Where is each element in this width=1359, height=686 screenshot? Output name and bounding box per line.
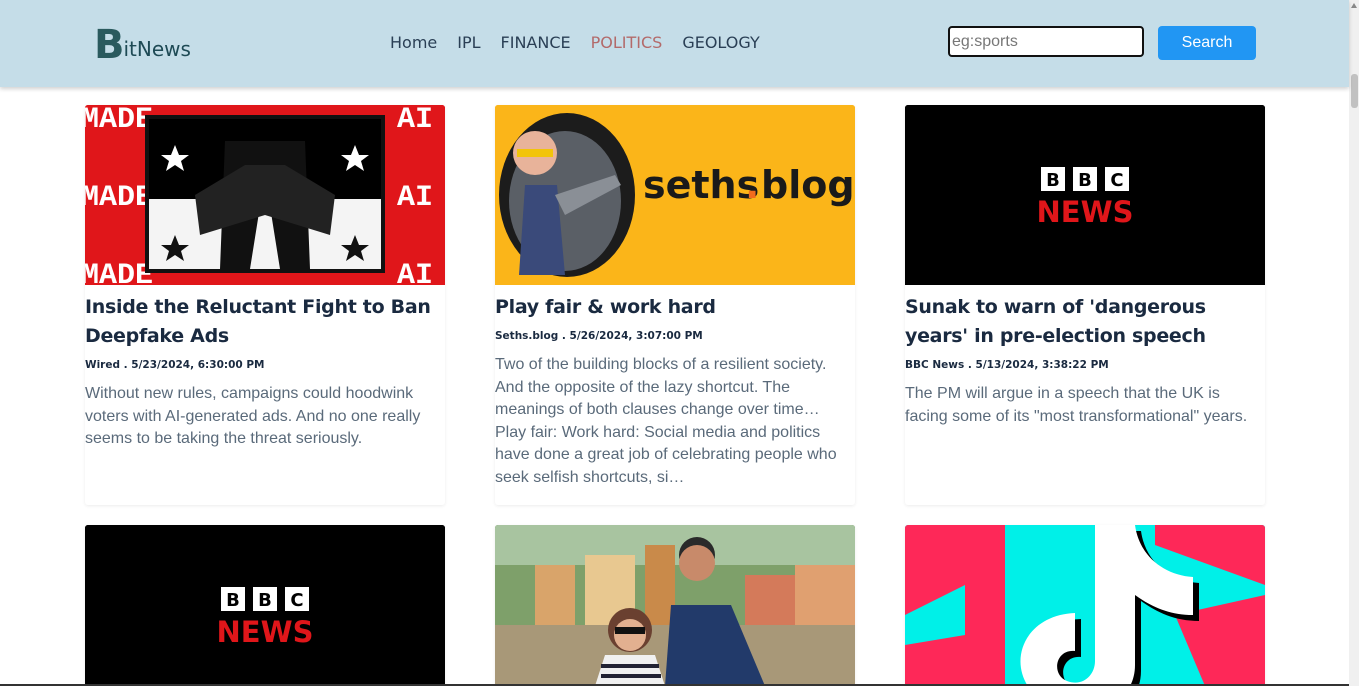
search-input[interactable] [948, 26, 1144, 57]
nav-ipl[interactable]: IPL [457, 33, 480, 52]
image-text: B [226, 590, 240, 611]
image-text: AI [397, 105, 433, 137]
image-text: C [290, 590, 303, 611]
image-text: B [1078, 170, 1092, 191]
article-source-date: BBC News . 5/13/2024, 3:38:22 PM [905, 359, 1109, 371]
article-title[interactable]: Play fair & work hard [495, 293, 855, 322]
image-text: . [745, 163, 759, 207]
logo-letter: B [94, 22, 124, 68]
nav-home[interactable]: Home [390, 33, 437, 52]
bbc-news-logo: B B C NEWS [85, 525, 445, 686]
search-button[interactable]: Search [1158, 26, 1256, 60]
image-text: AI [397, 181, 433, 215]
article-title[interactable]: Sunak to warn of 'dangerous years' in pr… [905, 293, 1265, 351]
wired-illustration: MADE MADE MADE AI AI AI [85, 105, 445, 285]
article-image[interactable]: seths . blog [495, 105, 855, 285]
article-source-date: Seths.blog . 5/26/2024, 3:07:00 PM [495, 330, 703, 342]
nav-geology[interactable]: GEOLOGY [682, 33, 759, 52]
top-navbar: BitNews Home IPL FINANCE POLITICS GEOLOG… [0, 0, 1349, 87]
article-image[interactable]: MADE MADE MADE AI AI AI [85, 105, 445, 285]
nav-politics[interactable]: POLITICS [591, 33, 663, 52]
article-description: Two of the building blocks of a resilien… [495, 356, 837, 486]
image-text: NEWS [217, 615, 314, 649]
scrollbar-thumb[interactable] [1351, 74, 1358, 108]
article-description: Without new rules, campaigns could hoodw… [85, 385, 421, 447]
nav-finance[interactable]: FINANCE [501, 33, 571, 52]
image-text: NEWS [1037, 195, 1134, 229]
scroll-up-arrow-icon[interactable] [1350, 0, 1358, 12]
news-card[interactable]: seths . blog Play fair & work hard Seths… [495, 105, 855, 505]
news-card[interactable]: MADE MADE MADE AI AI AI Inside the Reluc… [85, 105, 445, 505]
article-image[interactable]: B B C NEWS [85, 525, 445, 686]
site-logo[interactable]: BitNews [94, 22, 191, 68]
article-source-date: Wired . 5/23/2024, 6:30:00 PM [85, 359, 265, 371]
article-image[interactable] [905, 525, 1265, 686]
nav-links: Home IPL FINANCE POLITICS GEOLOGY [390, 33, 760, 52]
bbc-news-logo: B B C NEWS [905, 105, 1265, 285]
article-title[interactable]: Inside the Reluctant Fight to Ban Deepfa… [85, 293, 445, 351]
image-text: seths [643, 163, 759, 207]
seths-blog-logo: seths . blog [495, 105, 855, 285]
tiktok-logo [905, 525, 1265, 686]
image-text: AI [397, 259, 433, 285]
logo-text: itNews [123, 37, 191, 61]
article-image[interactable] [495, 525, 855, 686]
image-text: MADE [85, 181, 153, 215]
vertical-scrollbar[interactable] [1349, 0, 1359, 686]
news-card[interactable] [905, 525, 1265, 686]
article-image[interactable]: B B C NEWS [905, 105, 1265, 285]
news-card[interactable]: B B C NEWS [85, 525, 445, 686]
image-text: blog [761, 163, 855, 207]
image-text: B [1046, 170, 1060, 191]
image-text: MADE [85, 259, 153, 285]
image-text: C [1110, 170, 1123, 191]
portofino-photo [495, 525, 855, 686]
article-description: The PM will argue in a speech that the U… [905, 385, 1248, 425]
image-text: MADE [85, 105, 153, 137]
news-card[interactable]: B B C NEWS Sunak to warn of 'dangerous y… [905, 105, 1265, 505]
news-card[interactable] [495, 525, 855, 686]
image-text: B [258, 590, 272, 611]
